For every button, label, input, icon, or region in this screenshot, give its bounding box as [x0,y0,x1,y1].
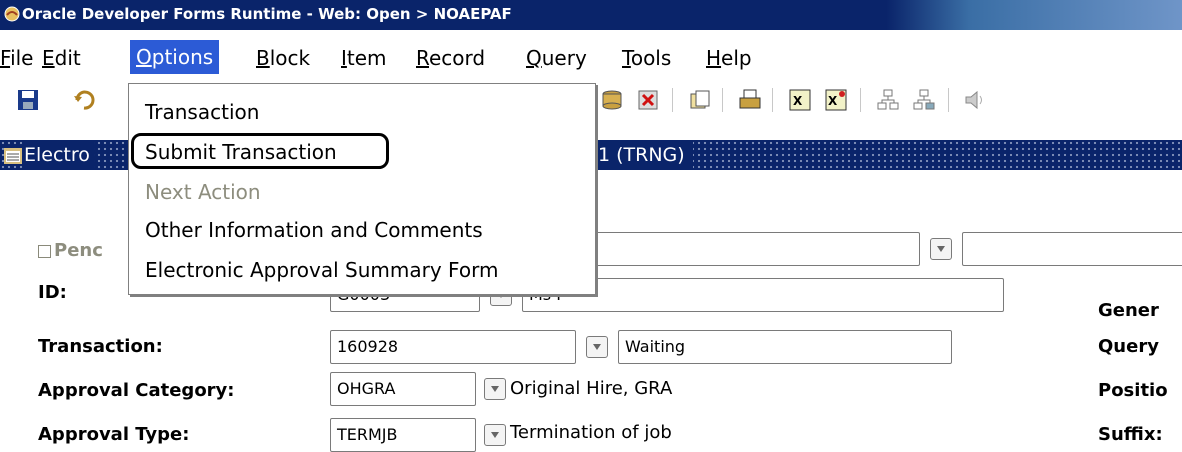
menu-help[interactable]: Help [706,46,752,70]
toolbar-separator [672,88,677,112]
rollback-icon[interactable] [72,88,96,112]
menu-item[interactable]: Item [341,46,387,70]
transaction-status-field: Waiting [618,330,952,364]
delete-record-icon[interactable] [636,88,660,112]
pending-label: Penc [54,240,103,261]
form-window-icon [4,148,22,164]
right-label-suffix: Suffix: [1098,424,1163,445]
menu-file[interactable]: File [0,46,33,70]
form-title-right: 1 (TRNG) [598,140,693,170]
menu-record[interactable]: Record [416,46,485,70]
approval-type-field[interactable]: TERMJB [330,418,476,452]
menu-edit[interactable]: Edit [42,46,81,70]
menu-item-submit-transaction[interactable]: Submit Transaction [145,140,337,164]
approval-type-label: Approval Type: [38,424,190,445]
right-label-query: Query [1098,336,1159,357]
menu-item-transaction[interactable]: Transaction [145,100,259,124]
speaker-icon[interactable] [962,88,986,112]
form-title-left: Electro [24,140,94,170]
toolbar-separator [772,88,777,112]
print-icon[interactable] [688,88,712,112]
pending-desc-field[interactable] [962,232,1182,266]
approval-category-desc: Original Hire, GRA [510,378,673,399]
oracle-app-icon [4,6,20,22]
toolbar-separator [722,88,727,112]
pending-field[interactable] [560,232,920,266]
pending-lov-button[interactable] [930,238,952,260]
approval-type-lov-button[interactable] [484,424,506,446]
right-label-general: Gener [1098,300,1159,321]
menu-item-other-information[interactable]: Other Information and Comments [145,218,483,242]
toolbar-separator [948,88,953,112]
menu-bar: File Edit Options Block Item Record Quer… [0,40,1182,74]
transaction-lov-button[interactable] [586,336,608,358]
approval-category-lov-button[interactable] [484,378,506,400]
menu-item-approval-summary[interactable]: Electronic Approval Summary Form [145,258,498,282]
menu-query[interactable]: Query [526,46,587,70]
pending-checkbox[interactable] [38,245,51,258]
transaction-label: Transaction: [38,336,163,357]
save-icon[interactable] [16,88,40,112]
transaction-field[interactable]: 160928 [330,330,576,364]
window-title-bar[interactable]: Oracle Developer Forms Runtime - Web: Op… [0,0,1182,30]
hierarchy-alt-icon[interactable] [912,88,936,112]
svg-text:X: X [793,94,803,108]
window-title: Oracle Developer Forms Runtime - Web: Op… [22,5,512,23]
menu-file-rest: ile [10,46,34,70]
chart-icon[interactable]: X [824,88,848,112]
database-icon[interactable] [600,88,624,112]
hierarchy-icon[interactable] [876,88,900,112]
approval-category-label: Approval Category: [38,380,235,401]
menu-tools[interactable]: Tools [622,46,671,70]
printer-icon[interactable] [738,88,762,112]
approval-category-field[interactable]: OHGRA [330,372,476,406]
id-label: ID: [38,282,67,303]
svg-text:X: X [828,94,838,108]
right-label-position: Positio [1098,380,1168,401]
toolbar-separator [860,88,865,112]
options-dropdown-menu: Transaction Submit Transaction Next Acti… [128,83,596,295]
excel-icon[interactable]: X [788,88,812,112]
menu-block[interactable]: Block [256,46,310,70]
menu-options[interactable]: Options [130,40,220,74]
approval-type-desc: Termination of job [510,422,672,443]
menu-item-next-action: Next Action [145,180,261,204]
